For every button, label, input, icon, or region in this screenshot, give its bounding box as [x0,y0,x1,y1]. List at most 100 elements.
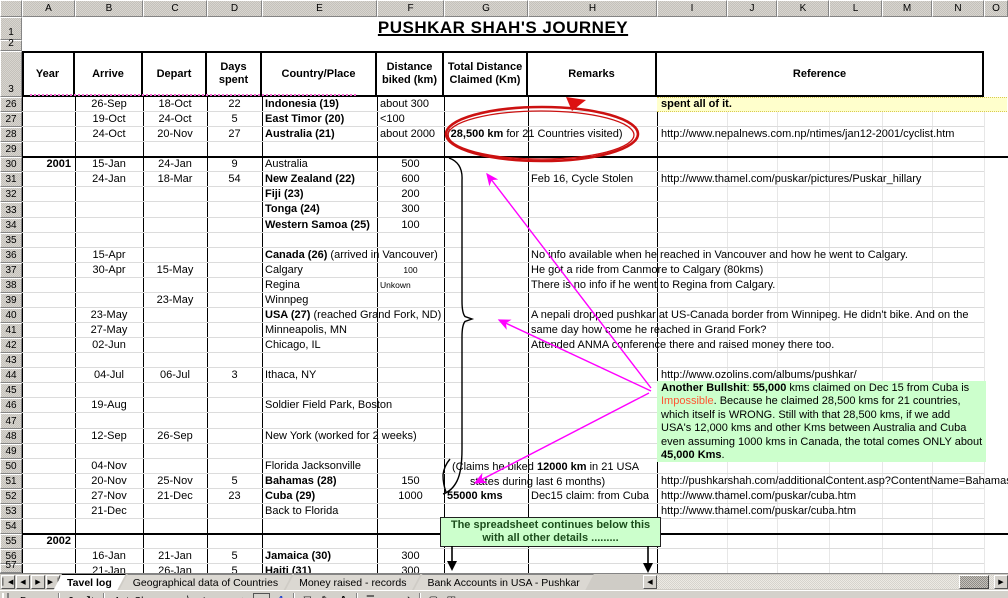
cell-I52[interactable]: http://www.thamel.com/puskar/cuba.htm [661,489,1006,504]
cell-D51[interactable]: 5 [207,474,262,489]
cell-D26[interactable]: 22 [207,97,262,112]
column-header-O[interactable]: O [984,0,1008,17]
cell-F31[interactable]: 600 [377,172,444,187]
cell-B52[interactable]: 27-Nov [75,489,143,504]
scroll-left-icon[interactable]: ◀ [643,575,657,589]
cell-D56[interactable]: 5 [207,549,262,564]
cell-B40[interactable]: 23-May [75,308,143,323]
column-header-C[interactable]: C [143,0,207,17]
cell-F26[interactable]: about 300 [380,97,444,112]
cell-F57[interactable]: 300 [377,564,444,573]
cell-A30[interactable]: 2001 [22,157,71,172]
cell-C57[interactable]: 26-Jan [143,564,207,573]
cell-B57[interactable]: 21-Jan [75,564,143,573]
prev-sheet-icon[interactable]: ◀ [16,575,30,589]
next-sheet-icon[interactable]: ▶ [31,575,45,589]
autoshapes-menu-button[interactable]: AutoShapes▾ [110,593,178,598]
cell-I53[interactable]: http://www.thamel.com/puskar/cuba.htm [661,504,1006,519]
cell-F28[interactable]: about 2000 [380,127,444,142]
cell-B26[interactable]: 26-Sep [75,97,143,112]
cell-C28[interactable]: 20-Nov [143,127,207,142]
cell-C44[interactable]: 06-Jul [143,368,207,383]
cell-I28[interactable]: http://www.nepalnews.com.np/ntimes/jan12… [661,127,1006,142]
row-header-1[interactable]: 1 [0,17,22,40]
cell-C48[interactable]: 26-Sep [143,429,207,444]
cell-B31[interactable]: 24-Jan [75,172,143,187]
column-header-F[interactable]: F [377,0,444,17]
fill-color-icon[interactable]: ▽ [300,593,315,598]
font-color-icon[interactable]: A [336,593,351,598]
cell-B42[interactable]: 02-Jun [75,338,143,353]
cell-E32[interactable]: Fiji (23) [265,187,1005,202]
scroll-right-icon[interactable]: ▶ [994,575,1008,589]
column-header-H[interactable]: H [528,0,657,17]
cell-B44[interactable]: 04-Jul [75,368,143,383]
scrollbar-track[interactable] [657,575,994,589]
cell-B36[interactable]: 15-Apr [75,248,143,263]
first-sheet-icon[interactable]: ▏◀ [1,575,15,589]
cell-F32[interactable]: 200 [377,187,444,202]
cell-D44[interactable]: 3 [207,368,262,383]
free-rotate-icon[interactable]: ↻ [83,593,98,598]
shadow-icon[interactable]: ▢ [426,593,441,598]
cell-A55[interactable]: 2002 [22,534,71,549]
cell-I51[interactable]: http://pushkarshah.com/additionalContent… [661,474,1006,489]
toolbar-grip[interactable] [2,593,9,598]
cell-D57[interactable]: 5 [207,564,262,573]
cell-B51[interactable]: 20-Nov [75,474,143,489]
column-header-K[interactable]: K [777,0,829,17]
cell-H37[interactable]: He got a ride from Canmore to Calgary (8… [531,263,1001,278]
cell-B48[interactable]: 12-Sep [75,429,143,444]
select-all-corner[interactable] [0,0,22,17]
cell-D52[interactable]: 23 [207,489,262,504]
continues-below-note[interactable]: The spreadsheet continues below this wit… [440,517,661,547]
cell-I31[interactable]: http://www.thamel.com/puskar/pictures/Pu… [661,172,1006,187]
column-header-N[interactable]: N [932,0,984,17]
column-header-B[interactable]: B [75,0,143,17]
line-style-icon[interactable]: ☰ [363,593,378,598]
cell-C26[interactable]: 18-Oct [143,97,207,112]
yellow-highlight-note[interactable]: spent all of it. [657,97,1007,112]
cell-B53[interactable]: 21-Dec [75,504,143,519]
cell-H38[interactable]: There is no info if he went to Regina fr… [531,278,1001,293]
cell-E39[interactable]: Winnpeg [265,293,1005,308]
cell-H42[interactable]: Attended ANMA conference there and raise… [531,338,1001,353]
column-header-G[interactable]: G [444,0,528,17]
column-header-A[interactable]: A [22,0,75,17]
cell-C51[interactable]: 25-Nov [143,474,207,489]
cell-H40[interactable]: A nepali dropped pushkar at US-Canada bo… [531,308,1001,323]
cell-F33[interactable]: 300 [377,202,444,218]
column-header-I[interactable]: I [657,0,727,17]
dash-style-icon[interactable]: ⋯ [381,593,396,598]
cell-H41[interactable]: same day how come he reached in Grand Fo… [531,323,1001,338]
cell-F37[interactable]: 100 [377,263,444,278]
cell-F30[interactable]: 500 [377,157,444,172]
cell-E33[interactable]: Tonga (24) [265,202,1005,218]
column-header-J[interactable]: J [727,0,777,17]
tab-money-raised-records[interactable]: Money raised - records [285,574,420,591]
cell-F38[interactable]: Unkown [380,278,444,293]
column-header-D[interactable]: D [207,0,262,17]
cell-C37[interactable]: 15-May [143,263,207,278]
rectangle-icon[interactable]: ▭ [217,593,232,598]
cell-C30[interactable]: 24-Jan [143,157,207,172]
cell-H36[interactable]: No info available when he reached in Van… [531,248,1001,263]
row-header-3[interactable]: 3 [0,51,22,97]
cell-E34[interactable]: Western Samoa (25) [265,218,1005,233]
tab-tavel-log[interactable]: Tavel log [53,574,126,591]
column-header-L[interactable]: L [829,0,882,17]
cell-E30[interactable]: Australia [265,157,1005,172]
pointer-icon[interactable]: ↖ [65,593,80,598]
line-color-icon[interactable]: ✎ [318,593,333,598]
cell-D31[interactable]: 54 [207,172,262,187]
tab-geographical-data-of-countries[interactable]: Geographical data of Countries [119,574,292,591]
cell-B56[interactable]: 16-Jan [75,549,143,564]
cell-F51[interactable]: 150 [377,474,444,489]
arrow-icon[interactable]: ↘ [199,593,214,598]
bullshit-comment-note[interactable]: Another Bullshit: 55,000 kms claimed on … [657,381,986,462]
cell-D27[interactable]: 5 [207,112,262,127]
cell-B41[interactable]: 27-May [75,323,143,338]
cell-C56[interactable]: 21-Jan [143,549,207,564]
cell-B50[interactable]: 04-Nov [75,459,143,474]
cell-F56[interactable]: 300 [377,549,444,564]
